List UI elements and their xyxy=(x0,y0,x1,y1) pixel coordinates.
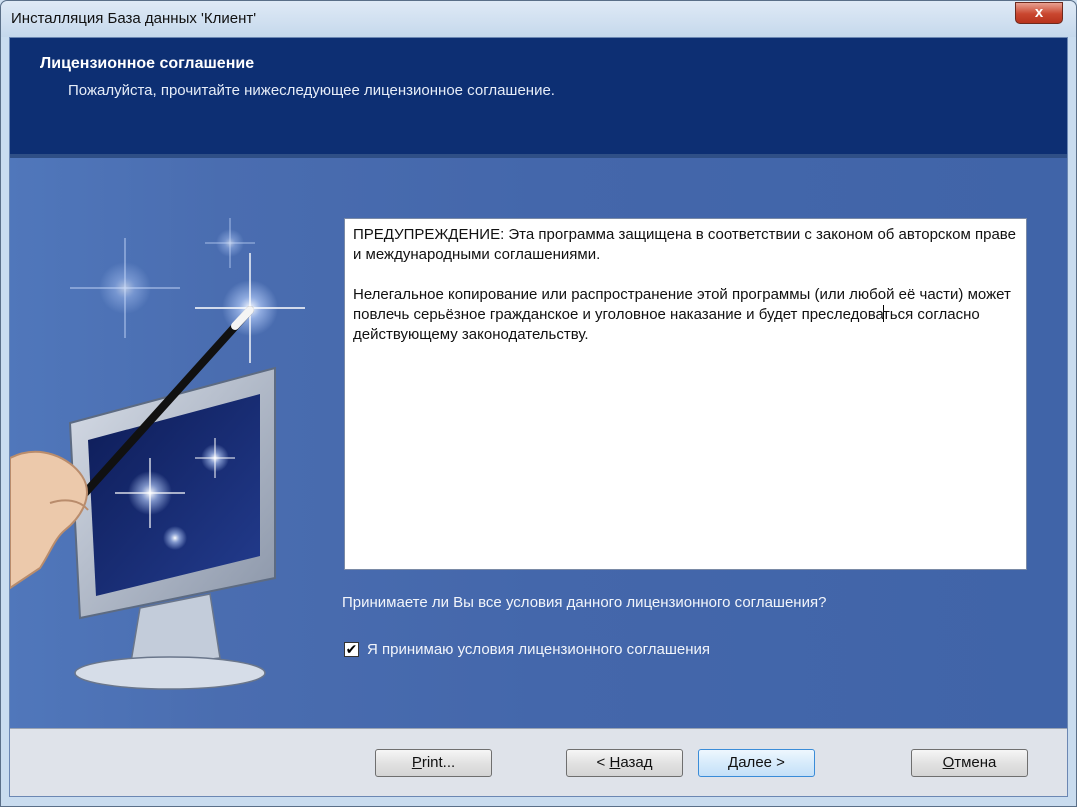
window-title: Инсталляция База данных 'Клиент' xyxy=(11,10,257,27)
next-button-mnemonic: Д xyxy=(728,754,739,771)
accept-checkbox[interactable]: ✔ xyxy=(344,640,359,657)
accept-label[interactable]: Я принимаю условия лицензионного соглаше… xyxy=(367,641,710,658)
button-bar: Print... < Назад Далее > Отмена xyxy=(10,728,1067,796)
close-icon: x xyxy=(1034,4,1044,21)
checkmark-icon: ✔ xyxy=(345,640,358,657)
wizard-client-area: Лицензионное соглашение Пожалуйста, проч… xyxy=(9,37,1068,797)
page-title: Лицензионное соглашение xyxy=(40,55,255,72)
wizard-body: ПРЕДУПРЕЖДЕНИЕ: Эта программа защищена в… xyxy=(10,158,1067,728)
accept-question: Принимаете ли Вы все условия данного лиц… xyxy=(342,594,827,611)
title-bar[interactable]: Инсталляция База данных 'Клиент' x xyxy=(1,1,1076,37)
close-button[interactable]: x xyxy=(1015,2,1063,24)
print-button-mnemonic: P xyxy=(411,754,422,771)
license-text-area[interactable]: ПРЕДУПРЕЖДЕНИЕ: Эта программа защищена в… xyxy=(344,218,1027,570)
license-paragraph-2: Нелегальное копирование или распростране… xyxy=(353,285,1018,345)
cancel-button-mnemonic: О xyxy=(942,754,955,771)
next-button[interactable]: Далее > xyxy=(698,749,815,777)
print-button[interactable]: Print... xyxy=(375,749,492,777)
cancel-button[interactable]: Отмена xyxy=(911,749,1028,777)
back-button-pre: < xyxy=(596,754,610,771)
wizard-header: Лицензионное соглашение Пожалуйста, проч… xyxy=(10,38,1067,154)
license-paragraph-1: ПРЕДУПРЕЖДЕНИЕ: Эта программа защищена в… xyxy=(353,226,1016,263)
print-button-post: rint... xyxy=(421,754,456,771)
magic-wand-monitor-icon xyxy=(10,158,310,728)
next-button-post: алее > xyxy=(738,754,785,771)
back-button-post: азад xyxy=(620,754,653,771)
accept-checkbox-row[interactable]: ✔ Я принимаю условия лицензионного согла… xyxy=(344,640,710,658)
back-button-mnemonic: Н xyxy=(609,754,621,771)
page-subtitle: Пожалуйста, прочитайте нижеследующее лиц… xyxy=(68,82,555,99)
cancel-button-post: тмена xyxy=(954,754,997,771)
installer-window: Инсталляция База данных 'Клиент' x Лицен… xyxy=(0,0,1077,807)
back-button[interactable]: < Назад xyxy=(566,749,683,777)
